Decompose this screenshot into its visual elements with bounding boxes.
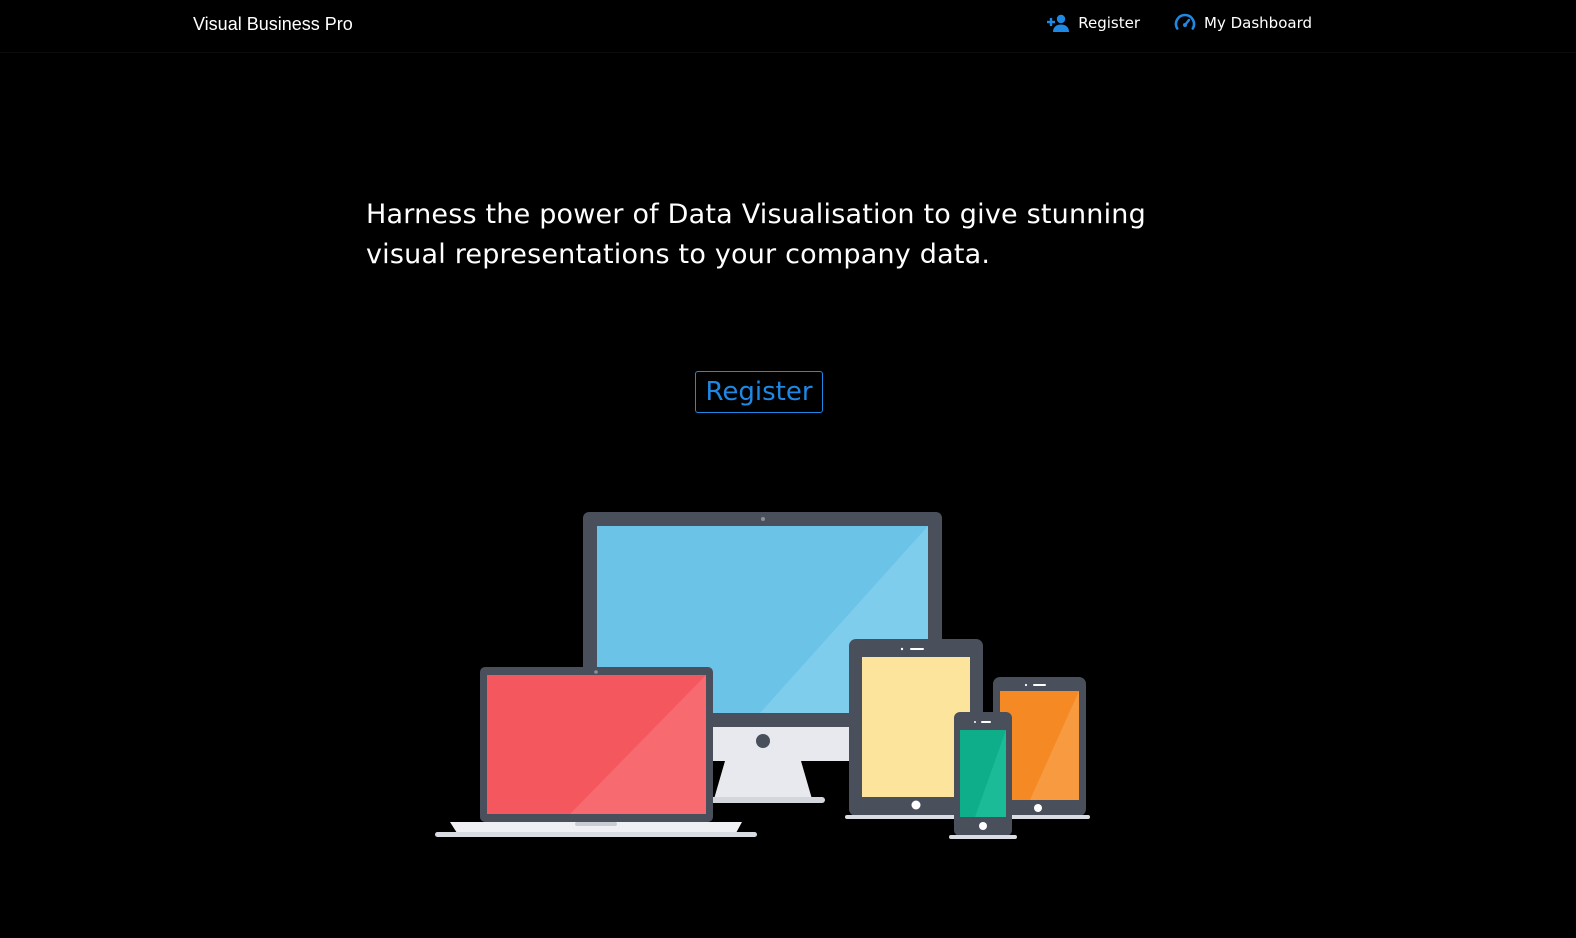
landing-page: Visual Business Pro Register My Dashboar…: [0, 0, 1576, 938]
nav-links: Register My Dashboard: [1046, 12, 1312, 34]
phone-illustration: [949, 712, 1017, 839]
register-button[interactable]: Register: [695, 371, 823, 413]
nav-dashboard-label: My Dashboard: [1204, 14, 1312, 32]
nav-dashboard-link[interactable]: My Dashboard: [1174, 12, 1312, 34]
brand-logo[interactable]: Visual Business Pro: [193, 13, 353, 35]
nav-register-label: Register: [1078, 14, 1141, 32]
top-navbar: Visual Business Pro Register My Dashboar…: [0, 0, 1576, 53]
speedometer-icon: [1174, 12, 1196, 34]
devices-illustration: [430, 505, 1090, 850]
hero-headline: Harness the power of Data Visualisation …: [366, 199, 1146, 270]
nav-register-link[interactable]: Register: [1046, 12, 1140, 34]
laptop-illustration: [435, 667, 757, 837]
add-user-icon: [1046, 13, 1070, 33]
